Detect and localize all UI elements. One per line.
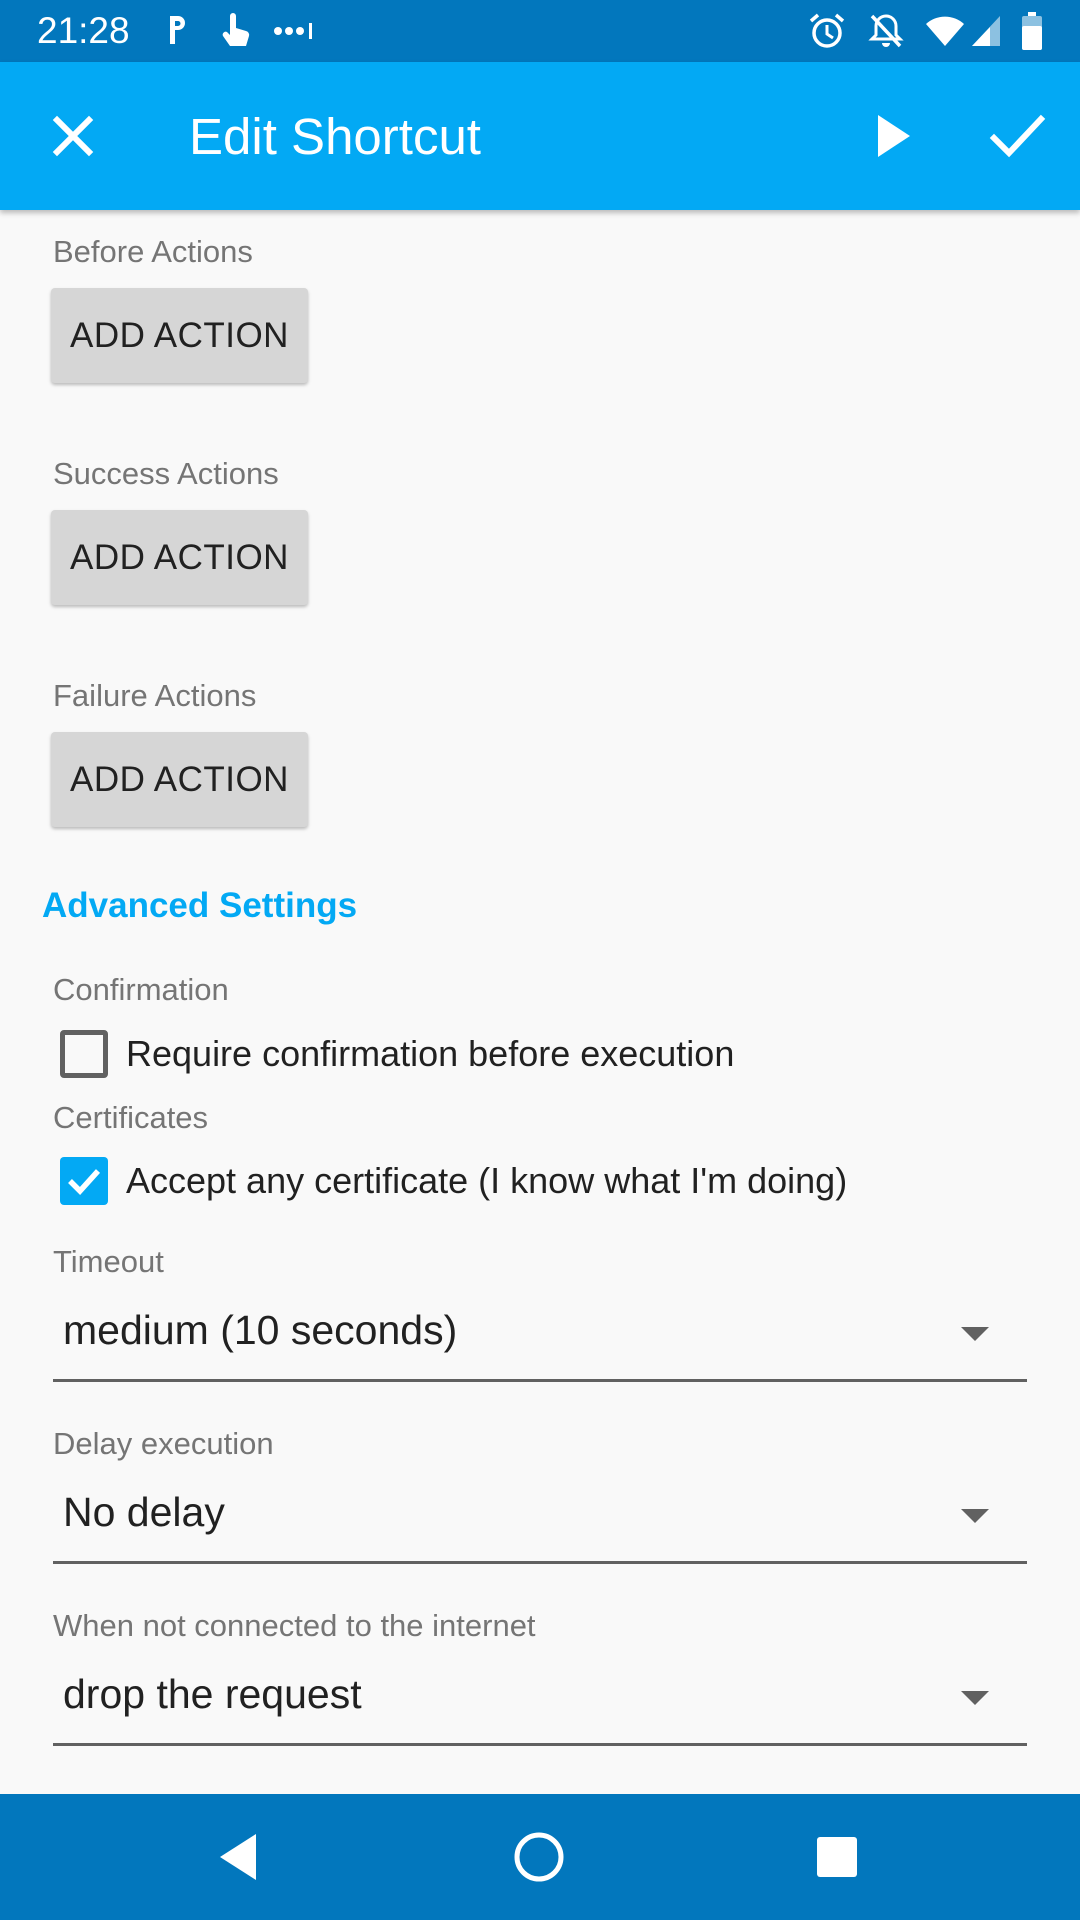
add-before-action-button[interactable]: ADD ACTION [51,288,308,383]
touch-app-icon [222,13,250,46]
more-dots-icon [274,23,312,39]
timeout-dropdown[interactable]: medium (10 seconds) [53,1293,1027,1382]
dropdown-arrow-icon [961,1327,989,1341]
navigation-bar [0,1794,1080,1920]
certificates-checkbox[interactable] [60,1157,108,1205]
recents-square-icon[interactable] [804,1824,870,1890]
dropdown-arrow-icon [961,1691,989,1705]
delay-dropdown[interactable]: No delay [53,1475,1027,1564]
add-success-action-button[interactable]: ADD ACTION [51,510,308,605]
check-icon[interactable] [982,101,1052,171]
success-actions-label: Success Actions [53,456,279,491]
offline-dropdown[interactable]: drop the request [53,1657,1027,1746]
offline-label: When not connected to the internet [53,1608,536,1643]
home-circle-icon[interactable] [506,1824,572,1890]
delay-value: No delay [63,1489,225,1535]
timeout-value: medium (10 seconds) [63,1307,458,1353]
checkmark-icon [68,1169,101,1195]
status-time: 21:28 [37,10,130,51]
certificates-checkbox-label[interactable]: Accept any certificate (I know what I'm … [126,1159,847,1203]
certificates-label: Certificates [53,1100,209,1135]
play-icon[interactable] [858,101,928,171]
timeout-label: Timeout [53,1244,164,1279]
advanced-settings-title: Advanced Settings [42,886,358,925]
battery-icon [1022,12,1042,50]
offline-value: drop the request [63,1671,362,1717]
app-bar: Edit Shortcut [0,62,1080,210]
failure-actions-label: Failure Actions [53,678,257,713]
confirmation-checkbox-label[interactable]: Require confirmation before execution [126,1032,734,1076]
confirmation-checkbox[interactable] [60,1030,108,1078]
notifications-off-icon [868,14,904,48]
confirmation-label: Confirmation [53,972,229,1007]
back-triangle-icon[interactable] [206,1824,272,1890]
signal-icon [972,16,1000,46]
page-title: Edit Shortcut [189,108,481,165]
status-bar: 21:28 [0,0,1080,62]
delay-label: Delay execution [53,1426,274,1461]
add-failure-action-button[interactable]: ADD ACTION [51,732,308,827]
dropdown-arrow-icon [961,1509,989,1523]
wifi-icon [926,16,964,46]
close-icon[interactable] [38,101,108,171]
alarm-icon [809,13,845,48]
parking-app-icon [170,16,185,44]
before-actions-label: Before Actions [53,234,253,269]
